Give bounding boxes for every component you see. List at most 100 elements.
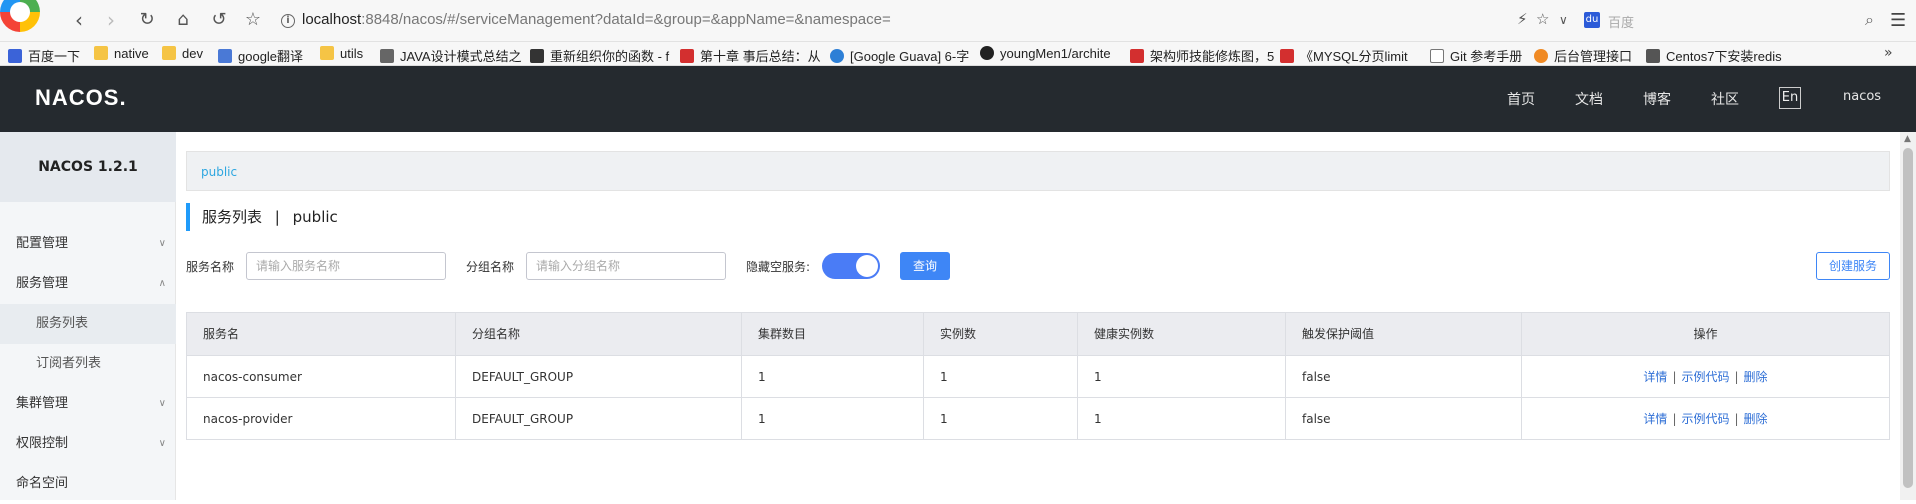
folder-icon bbox=[94, 46, 108, 60]
column-header: 操作 bbox=[1521, 313, 1889, 355]
page-title: 服务列表 | public bbox=[186, 203, 338, 231]
bookmark-item[interactable]: [Google Guava] 6-字 bbox=[830, 46, 969, 65]
bookmark-item[interactable]: Git 参考手册 bbox=[1430, 46, 1522, 65]
actions-cell: 详情 | 示例代码 | 删除 bbox=[1521, 356, 1889, 398]
sidebar-item-permission[interactable]: 权限控制 ∨ bbox=[0, 424, 176, 464]
lightning-icon[interactable]: ⚡ bbox=[1517, 10, 1528, 28]
bookmark-item[interactable]: youngMen1/archite bbox=[980, 46, 1111, 61]
column-header: 健康实例数 bbox=[1077, 313, 1285, 355]
page-icon bbox=[1534, 49, 1548, 63]
delete-link[interactable]: 删除 bbox=[1744, 370, 1768, 384]
namespace-link[interactable]: public bbox=[201, 165, 237, 179]
query-button[interactable]: 查询 bbox=[900, 252, 950, 280]
bookmark-item[interactable]: JAVA设计模式总结之 bbox=[380, 46, 522, 65]
undo-icon[interactable]: ↺ bbox=[206, 8, 232, 34]
back-icon[interactable]: ‹ bbox=[66, 8, 92, 34]
book-icon bbox=[530, 49, 544, 63]
create-service-button[interactable]: 创建服务 bbox=[1816, 252, 1890, 280]
nav-blog[interactable]: 博客 bbox=[1643, 89, 1671, 109]
bookmark-star-icon[interactable]: ☆ bbox=[1536, 10, 1549, 28]
csdn-icon bbox=[1130, 49, 1144, 63]
column-header: 分组名称 bbox=[455, 313, 741, 355]
group-name-label: 分组名称 bbox=[466, 260, 515, 274]
nav-docs[interactable]: 文档 bbox=[1575, 89, 1603, 109]
sidebar-item-subscribers[interactable]: 订阅者列表 bbox=[0, 344, 176, 384]
bookmark-item[interactable]: dev bbox=[162, 46, 203, 61]
translate-icon bbox=[218, 49, 232, 63]
page-icon bbox=[680, 49, 694, 63]
browser-toolbar: ‹ › ↻ ⌂ ↺ ☆ i localhost:8848/nacos/#/ser… bbox=[0, 0, 1916, 42]
scroll-up-icon[interactable]: ▲ bbox=[1904, 134, 1911, 144]
dropdown-icon[interactable]: ∨ bbox=[1559, 13, 1568, 27]
bookmark-item[interactable]: 架构师技能修炼图，5 bbox=[1130, 46, 1274, 65]
chevron-down-icon: ∨ bbox=[158, 438, 166, 449]
page-icon bbox=[1430, 49, 1444, 63]
app-header: NACOS. 首页 文档 博客 社区 En nacos bbox=[0, 66, 1916, 132]
cluster-count-cell: 1 bbox=[741, 398, 921, 440]
namespace-bar: public bbox=[186, 151, 1890, 191]
favorite-star-icon[interactable]: ☆ bbox=[240, 8, 266, 34]
nav-home[interactable]: 首页 bbox=[1507, 89, 1535, 109]
folder-icon bbox=[320, 46, 334, 60]
page-scrollbar[interactable]: ▲ bbox=[1900, 132, 1916, 500]
more-bookmarks-icon[interactable]: » bbox=[1884, 45, 1893, 61]
baidu-icon: du bbox=[1584, 12, 1600, 28]
table-row: nacos-consumer DEFAULT_GROUP 1 1 1 false… bbox=[187, 355, 1889, 398]
bookmark-item[interactable]: 第十章 事后总结：从 bbox=[680, 46, 821, 65]
bookmark-item[interactable]: 《MYSQL分页limit bbox=[1280, 46, 1408, 65]
detail-link[interactable]: 详情 bbox=[1643, 370, 1667, 384]
info-icon[interactable]: i bbox=[281, 14, 295, 28]
bookmark-item[interactable]: google翻译 bbox=[218, 46, 303, 65]
cluster-count-cell: 1 bbox=[741, 356, 921, 398]
browser-search[interactable]: du 百度 ⌕ bbox=[1584, 8, 1874, 34]
page-icon bbox=[1646, 49, 1660, 63]
protect-threshold-cell: false bbox=[1285, 356, 1521, 398]
search-icon[interactable]: ⌕ bbox=[1865, 10, 1874, 30]
protect-threshold-cell: false bbox=[1285, 398, 1521, 440]
nav-community[interactable]: 社区 bbox=[1711, 89, 1739, 109]
reload-icon[interactable]: ↻ bbox=[134, 8, 160, 34]
bookmark-item[interactable]: Centos7下安装redis bbox=[1646, 46, 1782, 65]
bookmark-item[interactable]: 重新组织你的函数 - f bbox=[530, 46, 669, 65]
column-header: 触发保护阈值 bbox=[1285, 313, 1521, 355]
service-name-cell: nacos-provider bbox=[203, 412, 293, 426]
sample-code-link[interactable]: 示例代码 bbox=[1681, 370, 1729, 384]
language-toggle[interactable]: En bbox=[1779, 87, 1801, 109]
hide-empty-toggle[interactable] bbox=[822, 253, 880, 279]
table-header-row: 服务名 分组名称 集群数目 实例数 健康实例数 触发保护阈值 操作 bbox=[187, 313, 1889, 355]
forward-icon[interactable]: › bbox=[98, 8, 124, 34]
column-header: 服务名 bbox=[203, 327, 240, 341]
sample-code-link[interactable]: 示例代码 bbox=[1681, 412, 1729, 426]
sidebar-item-service-list[interactable]: 服务列表 bbox=[0, 304, 176, 344]
service-name-input[interactable] bbox=[246, 252, 446, 280]
sidebar-item-cluster[interactable]: 集群管理 ∨ bbox=[0, 384, 176, 424]
bookmark-item[interactable]: 后台管理接口 bbox=[1534, 46, 1632, 65]
url-path: :8848/nacos/#/serviceManagement?dataId=&… bbox=[361, 11, 891, 28]
bookmark-item[interactable]: native bbox=[94, 46, 149, 61]
group-name-input[interactable] bbox=[526, 252, 726, 280]
user-name[interactable]: nacos bbox=[1843, 89, 1881, 104]
healthy-count-cell: 1 bbox=[1077, 398, 1285, 440]
folder-icon bbox=[162, 46, 176, 60]
instance-count-cell: 1 bbox=[923, 356, 1077, 398]
sidebar-item-config[interactable]: 配置管理 ∨ bbox=[0, 224, 176, 264]
healthy-count-cell: 1 bbox=[1077, 356, 1285, 398]
hide-empty-label: 隐藏空服务: bbox=[746, 260, 811, 274]
home-icon[interactable]: ⌂ bbox=[170, 8, 196, 34]
globe-icon bbox=[830, 49, 844, 63]
chevron-down-icon: ∨ bbox=[158, 238, 166, 249]
address-bar[interactable]: localhost:8848/nacos/#/serviceManagement… bbox=[302, 11, 891, 28]
nacos-logo[interactable]: NACOS. bbox=[35, 85, 127, 111]
sidebar-item-namespace[interactable]: 命名空间 bbox=[0, 464, 176, 504]
bookmark-item[interactable]: 百度一下 bbox=[8, 46, 80, 65]
scrollbar-thumb[interactable] bbox=[1903, 148, 1913, 488]
chevron-up-icon: ∧ bbox=[158, 278, 166, 289]
menu-icon[interactable]: ☰ bbox=[1890, 10, 1906, 31]
bookmark-item[interactable]: utils bbox=[320, 46, 363, 61]
delete-link[interactable]: 删除 bbox=[1744, 412, 1768, 426]
sidebar-item-service[interactable]: 服务管理 ∧ bbox=[0, 264, 176, 304]
detail-link[interactable]: 详情 bbox=[1643, 412, 1667, 426]
bookmarks-bar: 百度一下 native dev google翻译 utils JAVA设计模式总… bbox=[0, 42, 1916, 66]
baidu-icon bbox=[8, 49, 22, 63]
column-header: 集群数目 bbox=[741, 313, 921, 355]
